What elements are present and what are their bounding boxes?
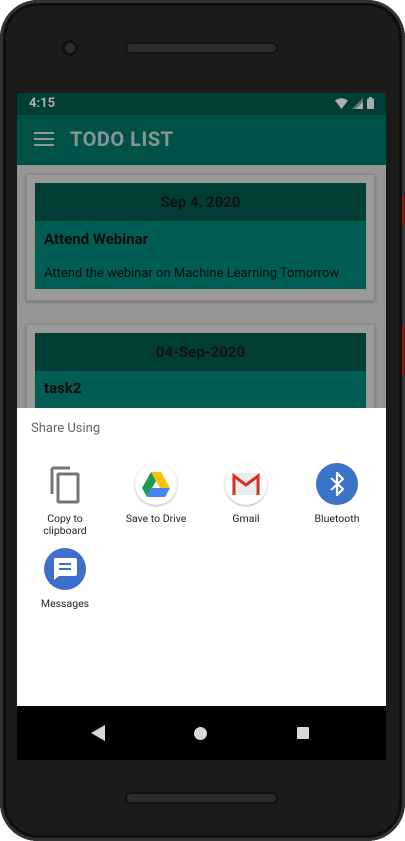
navigation-bar <box>17 706 386 760</box>
share-option-label: Messages <box>40 597 90 610</box>
phone-frame: 4:15 TODO LIST Sep 4, 2020 Attend Webina… <box>0 0 405 841</box>
share-sheet-title: Share Using <box>31 421 101 436</box>
top-speaker <box>125 42 278 54</box>
back-icon[interactable] <box>91 725 105 741</box>
copy-icon <box>44 463 86 505</box>
share-option-label: Save to Drive <box>125 512 187 525</box>
home-icon[interactable] <box>194 727 207 740</box>
front-camera <box>62 40 78 56</box>
share-option-label: Bluetooth <box>314 512 360 525</box>
share-option-label: Copy to clipboard <box>43 512 87 537</box>
share-option-label: Gmail <box>232 512 260 525</box>
share-sheet: Share Using Copy to clipboard Save to Dr… <box>17 408 386 706</box>
bluetooth-icon <box>316 463 358 505</box>
share-option-messages[interactable]: Messages <box>25 548 105 610</box>
share-option-save-to-drive[interactable]: Save to Drive <box>116 463 196 525</box>
google-drive-icon <box>135 463 177 505</box>
recents-icon[interactable] <box>297 727 309 739</box>
share-option-bluetooth[interactable]: Bluetooth <box>297 463 377 525</box>
bottom-speaker <box>125 792 278 804</box>
gmail-icon <box>225 463 267 505</box>
screen: 4:15 TODO LIST Sep 4, 2020 Attend Webina… <box>17 93 386 760</box>
share-option-gmail[interactable]: Gmail <box>206 463 286 525</box>
messages-icon <box>44 548 86 590</box>
share-option-copy-clipboard[interactable]: Copy to clipboard <box>25 463 105 537</box>
